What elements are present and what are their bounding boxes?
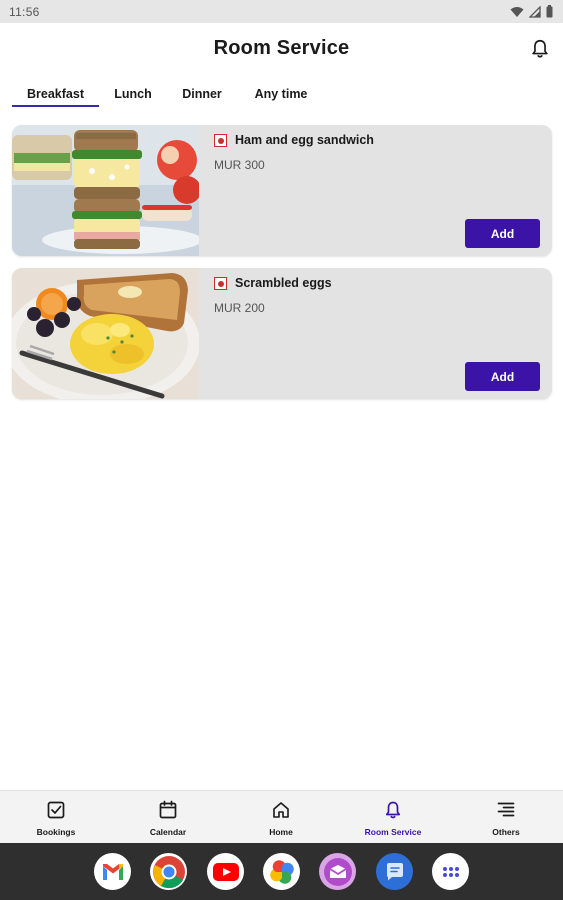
item-price: MUR 300 (214, 158, 265, 172)
youtube-icon[interactable] (207, 853, 244, 890)
category-tabs: Breakfast Lunch Dinner Any time (12, 85, 325, 107)
add-button[interactable]: Add (465, 362, 540, 391)
nav-label: Calendar (149, 827, 187, 837)
tab-dinner[interactable]: Dinner (167, 85, 237, 105)
menu-lines-icon (497, 802, 515, 817)
food-type-indicator (214, 134, 227, 147)
app-drawer-icon[interactable] (432, 853, 469, 890)
add-button[interactable]: Add (465, 219, 540, 248)
system-dock (0, 843, 563, 900)
tab-breakfast[interactable]: Breakfast (12, 85, 99, 107)
nav-label: Bookings (36, 827, 76, 837)
item-name: Scrambled eggs (235, 276, 332, 290)
menu-item-card[interactable]: Ham and egg sandwich MUR 300 Add (12, 125, 552, 256)
chrome-icon[interactable] (150, 853, 187, 890)
photos-icon[interactable] (263, 853, 300, 890)
nav-item-bookings[interactable]: Bookings (11, 791, 101, 844)
tab-any-time[interactable]: Any time (237, 85, 325, 105)
check-square-icon (47, 801, 65, 819)
nav-item-others[interactable]: Others (461, 791, 551, 844)
page-title: Room Service (213, 37, 350, 59)
notification-bell-icon[interactable] (529, 38, 551, 60)
bottom-navigation: Bookings Calendar Home Room Service Othe… (0, 790, 563, 843)
nav-label: Others (492, 827, 520, 837)
nav-item-room-service[interactable]: Room Service (348, 791, 438, 844)
gmail-icon[interactable] (94, 853, 131, 890)
battery-icon (546, 5, 553, 18)
mail-app-icon[interactable] (319, 853, 356, 890)
nav-item-home[interactable]: Home (236, 791, 326, 844)
food-type-indicator (214, 277, 227, 290)
app-header: Room Service (0, 23, 563, 78)
tab-lunch[interactable]: Lunch (99, 85, 167, 105)
bell-icon (385, 801, 401, 819)
item-name: Ham and egg sandwich (235, 133, 374, 147)
wifi-icon (510, 6, 524, 17)
status-bar: 11:56 (0, 0, 563, 23)
menu-item-card[interactable]: Scrambled eggs MUR 200 Add (12, 268, 552, 399)
status-time: 11:56 (9, 4, 40, 19)
home-icon (273, 802, 289, 818)
calendar-icon (159, 800, 177, 819)
ham-egg-sandwich-image (12, 125, 199, 256)
nav-item-calendar[interactable]: Calendar (123, 791, 213, 844)
messages-icon[interactable] (376, 853, 413, 890)
item-price: MUR 200 (214, 301, 265, 315)
signal-icon (529, 5, 541, 18)
status-icons (510, 5, 553, 18)
nav-label: Home (269, 827, 293, 837)
scrambled-eggs-image (12, 268, 199, 399)
nav-label: Room Service (364, 827, 422, 837)
